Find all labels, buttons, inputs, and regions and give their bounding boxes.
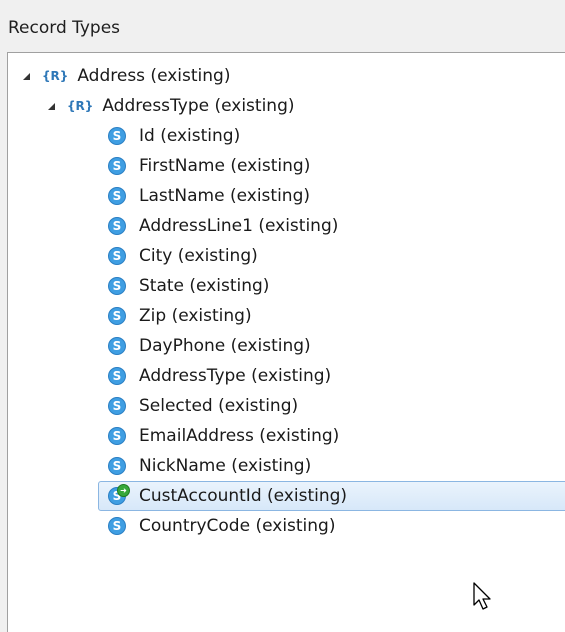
tree-field-label: Id (existing) bbox=[139, 126, 241, 146]
string-field-icon: S bbox=[108, 217, 126, 235]
string-field-icon: S bbox=[108, 277, 126, 295]
tree-field-label: Selected (existing) bbox=[139, 396, 299, 416]
string-field-icon: S bbox=[108, 397, 126, 415]
mouse-cursor-icon bbox=[473, 582, 491, 610]
tree-field-item[interactable]: S CountryCode (existing) bbox=[108, 511, 335, 541]
string-field-icon: S bbox=[108, 247, 126, 265]
tree-field-item[interactable]: S Id (existing) bbox=[108, 121, 240, 151]
string-field-icon: S bbox=[108, 517, 126, 535]
expand-arrow-icon[interactable] bbox=[48, 102, 55, 110]
tree-field-item[interactable]: S Zip (existing) bbox=[108, 301, 252, 331]
tree-field-label: DayPhone (existing) bbox=[139, 336, 311, 356]
tree-field-item[interactable]: S EmailAddress (existing) bbox=[108, 421, 339, 451]
tree-field-label: EmailAddress (existing) bbox=[139, 426, 340, 446]
string-field-icon: S bbox=[108, 457, 126, 475]
expand-arrow-icon[interactable] bbox=[23, 72, 30, 80]
tree-field-item[interactable]: S Selected (existing) bbox=[108, 391, 298, 421]
record-types-tree[interactable]: {R} Address (existing) {R} AddressType (… bbox=[7, 52, 565, 632]
link-arrow-icon: ➜ bbox=[117, 484, 130, 497]
tree-field-label: NickName (existing) bbox=[139, 456, 312, 476]
tree-field-item[interactable]: S DayPhone (existing) bbox=[108, 331, 311, 361]
tree-node-label: AddressType (existing) bbox=[102, 96, 295, 116]
tree-field-label: City (existing) bbox=[139, 246, 258, 266]
tree-node-label: Address (existing) bbox=[77, 66, 231, 86]
tree-field-item[interactable]: S AddressLine1 (existing) bbox=[108, 211, 338, 241]
tree-node-addresstype[interactable]: {R} AddressType (existing) bbox=[48, 91, 295, 121]
tree-field-label: State (existing) bbox=[139, 276, 270, 296]
panel-title: Record Types bbox=[8, 18, 121, 38]
record-icon: {R} bbox=[67, 99, 94, 113]
tree-field-item[interactable]: S AddressType (existing) bbox=[108, 361, 331, 391]
tree-field-label: Zip (existing) bbox=[139, 306, 252, 326]
string-field-icon: S bbox=[108, 427, 126, 445]
tree-field-label: CustAccountId (existing) bbox=[139, 486, 348, 506]
tree-node-address[interactable]: {R} Address (existing) bbox=[23, 61, 230, 91]
string-field-icon: S bbox=[108, 187, 126, 205]
tree-field-label: LastName (existing) bbox=[139, 186, 310, 206]
string-field-icon: S bbox=[108, 127, 126, 145]
tree-field-item[interactable]: S FirstName (existing) bbox=[108, 151, 310, 181]
tree-field-item[interactable]: S State (existing) bbox=[108, 271, 269, 301]
tree-field-label: AddressLine1 (existing) bbox=[139, 216, 339, 236]
tree-field-label: FirstName (existing) bbox=[139, 156, 311, 176]
tree-field-item[interactable]: S City (existing) bbox=[108, 241, 258, 271]
tree-field-item-selected[interactable]: S ➜ CustAccountId (existing) bbox=[98, 481, 565, 511]
string-field-icon: S bbox=[108, 307, 126, 325]
tree-field-item[interactable]: S NickName (existing) bbox=[108, 451, 311, 481]
string-field-icon: S bbox=[108, 367, 126, 385]
record-icon: {R} bbox=[42, 69, 69, 83]
foreign-key-field-icon: S ➜ bbox=[108, 484, 130, 505]
string-field-icon: S bbox=[108, 157, 126, 175]
tree-field-item[interactable]: S LastName (existing) bbox=[108, 181, 310, 211]
string-field-icon: S bbox=[108, 337, 126, 355]
tree-field-label: AddressType (existing) bbox=[139, 366, 332, 386]
tree-field-label: CountryCode (existing) bbox=[139, 516, 336, 536]
